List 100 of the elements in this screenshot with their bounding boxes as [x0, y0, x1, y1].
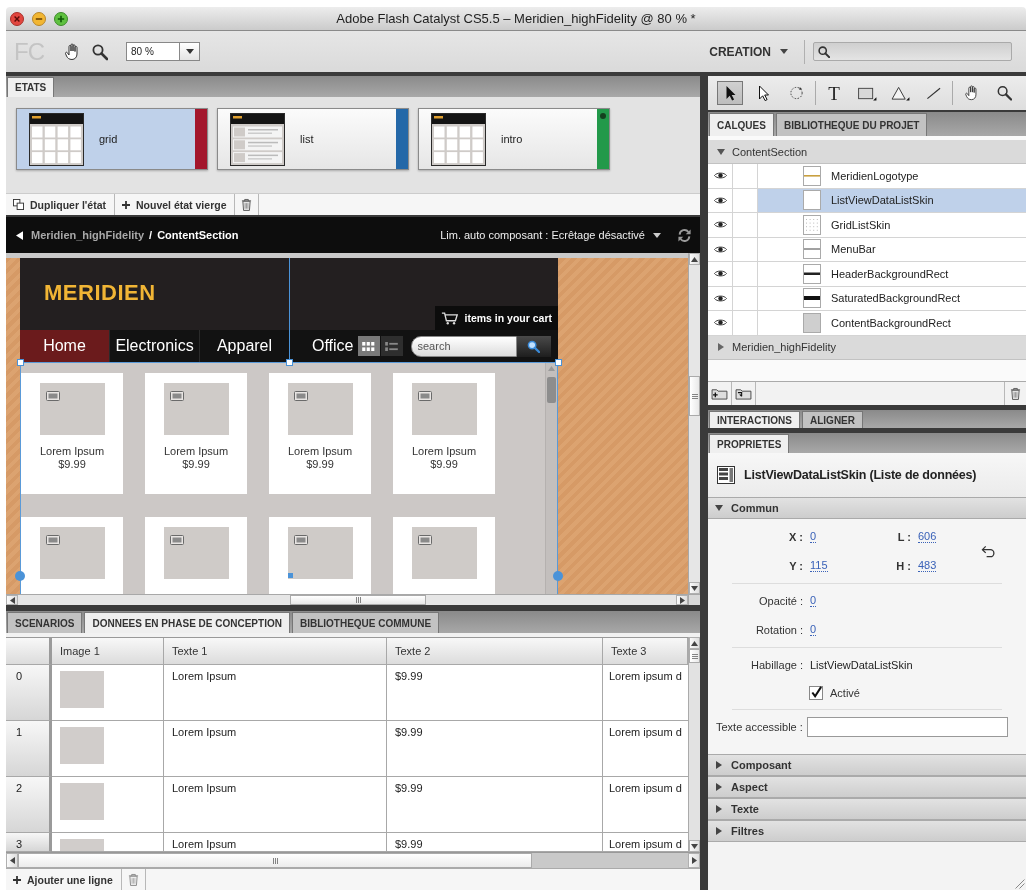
vertical-scrollbar[interactable]	[688, 253, 700, 594]
hand-icon[interactable]	[64, 42, 80, 61]
round-handle[interactable]	[15, 571, 25, 581]
eye-icon[interactable]	[713, 220, 727, 230]
property-value[interactable]: 483	[918, 559, 937, 572]
close-icon[interactable]	[10, 11, 24, 26]
eye-icon[interactable]	[713, 318, 727, 328]
refresh-icon[interactable]	[677, 227, 692, 243]
product-card[interactable]: Lorem Ipsum $9.99	[21, 373, 123, 494]
horizontal-scrollbar[interactable]	[6, 852, 700, 868]
panel-tab[interactable]: CALQUES	[709, 113, 774, 136]
minimize-icon[interactable]	[32, 11, 46, 26]
scrollbar-thumb[interactable]	[689, 649, 700, 663]
horizontal-scrollbar[interactable]	[6, 594, 688, 605]
scroll-left-button[interactable]	[6, 853, 18, 868]
dropdown-button[interactable]	[180, 42, 200, 61]
section-header[interactable]: Filtres	[708, 820, 1026, 842]
list-view-button[interactable]	[380, 336, 403, 356]
layer-group[interactable]: Meridien_highFidelity	[708, 335, 1026, 360]
scroll-right-button[interactable]	[688, 853, 700, 868]
section-header[interactable]: Aspect	[708, 776, 1026, 798]
panel-tab[interactable]: DONNEES EN PHASE DE CONCEPTION	[84, 612, 290, 633]
nav-item[interactable]: Home	[20, 330, 110, 362]
scrollbar-thumb[interactable]	[18, 853, 532, 868]
column-header[interactable]: Texte 3	[603, 638, 688, 665]
magnifier-icon[interactable]	[92, 42, 108, 61]
list-scrollbar[interactable]	[545, 363, 557, 594]
resize-handle[interactable]	[555, 359, 562, 366]
property-value[interactable]: 0	[810, 594, 817, 607]
round-handle[interactable]	[553, 571, 563, 581]
resize-handle[interactable]	[17, 359, 24, 366]
layer-item[interactable]: ListViewDataListSkin	[758, 188, 1026, 212]
eye-icon[interactable]	[713, 171, 727, 181]
column-header[interactable]: Texte 1	[164, 638, 387, 665]
group-layer-button[interactable]	[732, 382, 756, 405]
scroll-down-button[interactable]	[689, 582, 700, 594]
state-card[interactable]: list	[217, 108, 409, 170]
row-header[interactable]: 0	[6, 665, 52, 721]
scroll-up-button[interactable]	[689, 253, 700, 265]
panel-tab[interactable]: BIBLIOTHEQUE DU PROJET	[775, 113, 928, 136]
scroll-left-button[interactable]	[6, 595, 18, 605]
layer-group[interactable]: ContentSection	[708, 140, 1026, 164]
cart-badge[interactable]: items in your cart	[435, 306, 558, 330]
panel-tab[interactable]: ETATS	[7, 77, 55, 97]
tool-button[interactable]	[717, 81, 743, 105]
product-card[interactable]: Lorem Ipsum $9.99	[269, 373, 371, 494]
column-header[interactable]: Texte 2	[387, 638, 603, 665]
resize-grip-icon[interactable]	[1013, 877, 1025, 889]
back-arrow-icon[interactable]	[16, 230, 23, 240]
scrollbar-thumb[interactable]	[547, 377, 556, 403]
search-field[interactable]: search	[410, 335, 517, 357]
eye-icon[interactable]	[713, 293, 727, 303]
panel-tab[interactable]: SCENARIOS	[7, 612, 83, 633]
column-header[interactable]: Image 1	[52, 638, 164, 665]
undo-arrow-icon[interactable]	[981, 544, 996, 558]
collapsed-triangle-icon[interactable]	[718, 343, 724, 351]
scrollbar-thumb[interactable]	[689, 376, 700, 416]
zoom-field[interactable]: 80 %	[126, 42, 180, 61]
duplicate-state-button[interactable]: Dupliquer l'état	[6, 194, 115, 215]
row-header[interactable]: 1	[6, 721, 52, 777]
panel-tab[interactable]: PROPRIETES	[709, 434, 790, 453]
section-header[interactable]: Commun	[708, 497, 1026, 519]
product-card[interactable]: Lorem Ipsum $9.99	[393, 373, 495, 494]
maximize-icon[interactable]	[54, 11, 68, 26]
nav-item[interactable]: Office	[290, 330, 357, 362]
clipping-dropdown[interactable]: Lim. auto composant : Ecrêtage désactivé	[440, 229, 661, 241]
state-card[interactable]: grid	[16, 108, 208, 170]
panel-tab[interactable]: BIBLIOTHEQUE COMMUNE	[291, 612, 440, 633]
row-header[interactable]: 2	[6, 777, 52, 833]
expanded-triangle-icon[interactable]	[717, 148, 725, 155]
panel-tab[interactable]: INTERACTIONS	[709, 411, 800, 428]
vertical-scrollbar[interactable]	[688, 637, 700, 852]
row-header[interactable]: 3	[6, 833, 52, 852]
enabled-checkbox[interactable]	[809, 685, 823, 700]
resize-handle[interactable]	[286, 359, 293, 366]
scroll-right-button[interactable]	[676, 595, 688, 605]
search-button[interactable]	[516, 335, 551, 357]
property-value[interactable]: 0	[810, 530, 817, 543]
search-field[interactable]	[813, 42, 1012, 61]
scroll-up-button[interactable]	[689, 637, 700, 649]
tool-button[interactable]: T	[821, 81, 847, 105]
eye-icon[interactable]	[713, 269, 727, 279]
add-row-button[interactable]: Ajouter une ligne	[6, 869, 122, 890]
product-card[interactable]: Lorem Ipsum $9.99	[145, 373, 247, 494]
property-value[interactable]: 115	[810, 559, 828, 572]
eye-icon[interactable]	[713, 244, 727, 254]
grid-view-button[interactable]	[357, 336, 380, 356]
workspace-menu[interactable]: CREATION	[707, 41, 790, 62]
section-header[interactable]: Composant	[708, 754, 1026, 776]
scroll-down-button[interactable]	[689, 840, 700, 852]
state-card[interactable]: intro	[418, 108, 610, 170]
panel-tab[interactable]: ALIGNER	[802, 411, 863, 428]
property-value[interactable]: 606	[918, 530, 937, 543]
eye-icon[interactable]	[713, 195, 727, 205]
scrollbar-thumb[interactable]	[290, 595, 426, 605]
new-layer-button[interactable]	[708, 382, 732, 405]
input-field[interactable]	[806, 717, 1008, 737]
property-value[interactable]: 0	[810, 623, 817, 636]
section-header[interactable]: Texte	[708, 798, 1026, 820]
breadcrumb-link[interactable]: Meridien_highFidelity	[31, 229, 145, 241]
